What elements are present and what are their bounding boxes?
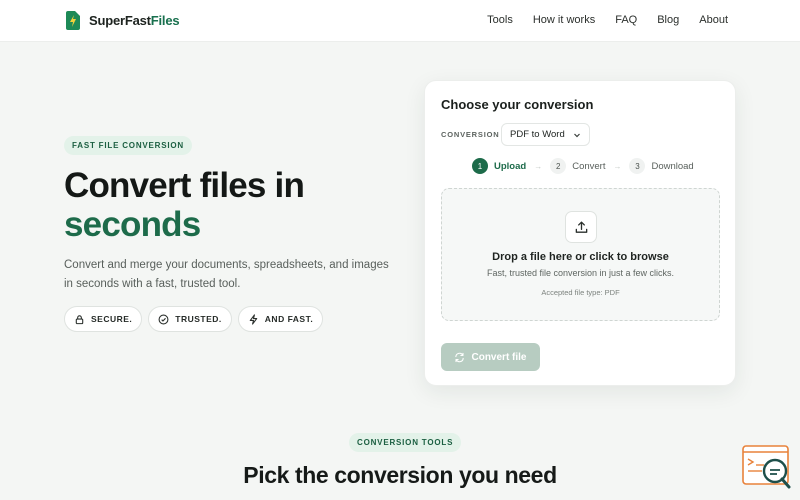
nav-link-blog[interactable]: Blog xyxy=(657,14,679,26)
step-number: 2 xyxy=(550,158,567,174)
convert-file-button-label: Convert file xyxy=(471,351,527,363)
brand-name-accent: Files xyxy=(150,13,180,28)
accepted-file-types: Accepted file type: PDF xyxy=(541,288,620,297)
dropzone-title: Drop a file here or click to browse xyxy=(492,251,669,263)
hero-subtitle: Convert and merge your documents, spread… xyxy=(64,259,389,290)
conversion-label: CONVERSION xyxy=(441,130,500,139)
hero-pill: FAST FILE CONVERSION xyxy=(64,136,193,155)
steps-indicator: 1 Upload → 2 Convert → 3 Download xyxy=(472,158,694,174)
badge-trusted-label: TRUSTED. xyxy=(175,314,222,324)
hero-title-line1: Convert files in xyxy=(64,166,305,205)
step-number: 1 xyxy=(472,158,488,174)
upload-icon xyxy=(575,221,587,233)
nav-link-how-it-works[interactable]: How it works xyxy=(533,14,595,26)
step-label: Download xyxy=(651,160,694,172)
conversion-select[interactable]: PDF to Word xyxy=(501,123,590,146)
nav-link-tools[interactable]: Tools xyxy=(487,14,513,26)
conversion-card: Choose your conversion CONVERSION PDF to… xyxy=(424,80,736,386)
brand-logo[interactable]: SuperFastFiles xyxy=(66,11,180,30)
convert-file-button[interactable]: Convert file xyxy=(441,343,540,371)
top-navbar: SuperFastFiles Tools How it works FAQ Bl… xyxy=(0,0,800,42)
feedback-widget-icon[interactable] xyxy=(742,445,792,490)
card-title: Choose your conversion xyxy=(441,97,594,112)
chevron-down-icon xyxy=(573,133,580,137)
file-dropzone[interactable]: Drop a file here or click to browse Fast… xyxy=(441,188,720,321)
badge-fast: AND FAST. xyxy=(237,306,324,332)
nav-link-faq[interactable]: FAQ xyxy=(615,14,637,26)
logo-icon xyxy=(66,11,80,30)
step-convert: 2 Convert xyxy=(550,158,605,174)
bolt-icon xyxy=(249,313,258,325)
badge-fast-label: AND FAST. xyxy=(264,314,314,324)
lock-icon xyxy=(75,314,84,324)
nav-links: Tools How it works FAQ Blog About xyxy=(467,14,728,26)
step-download: 3 Download xyxy=(629,158,694,174)
brand-name: SuperFastFiles xyxy=(89,13,180,28)
arrow-right-icon: → xyxy=(534,161,543,171)
badge-trusted: TRUSTED. xyxy=(148,306,232,332)
upload-button[interactable] xyxy=(565,211,597,243)
conversion-select-value: PDF to Word xyxy=(510,129,565,140)
section-title: Pick the conversion you need xyxy=(243,462,557,488)
arrow-right-icon: → xyxy=(613,161,622,171)
hero-title: Convert files in seconds xyxy=(64,166,404,244)
badge-secure: SECURE. xyxy=(64,306,143,332)
step-upload: 1 Upload xyxy=(472,158,526,174)
tools-pill: CONVERSION TOOLS xyxy=(349,433,462,452)
step-number: 3 xyxy=(629,158,646,174)
refresh-icon xyxy=(455,352,465,362)
feature-badges: SECURE. TRUSTED. AND FAST. xyxy=(64,306,329,332)
step-label: Convert xyxy=(572,160,606,172)
hero-title-line2: seconds xyxy=(64,205,201,244)
badge-secure-label: SECURE. xyxy=(91,314,133,324)
dropzone-subtitle: Fast, trusted file conversion in just a … xyxy=(486,268,675,278)
nav-link-about[interactable]: About xyxy=(699,14,728,26)
step-label: Upload xyxy=(494,160,527,172)
brand-name-main: SuperFast xyxy=(89,13,151,28)
check-circle-icon xyxy=(158,314,169,324)
